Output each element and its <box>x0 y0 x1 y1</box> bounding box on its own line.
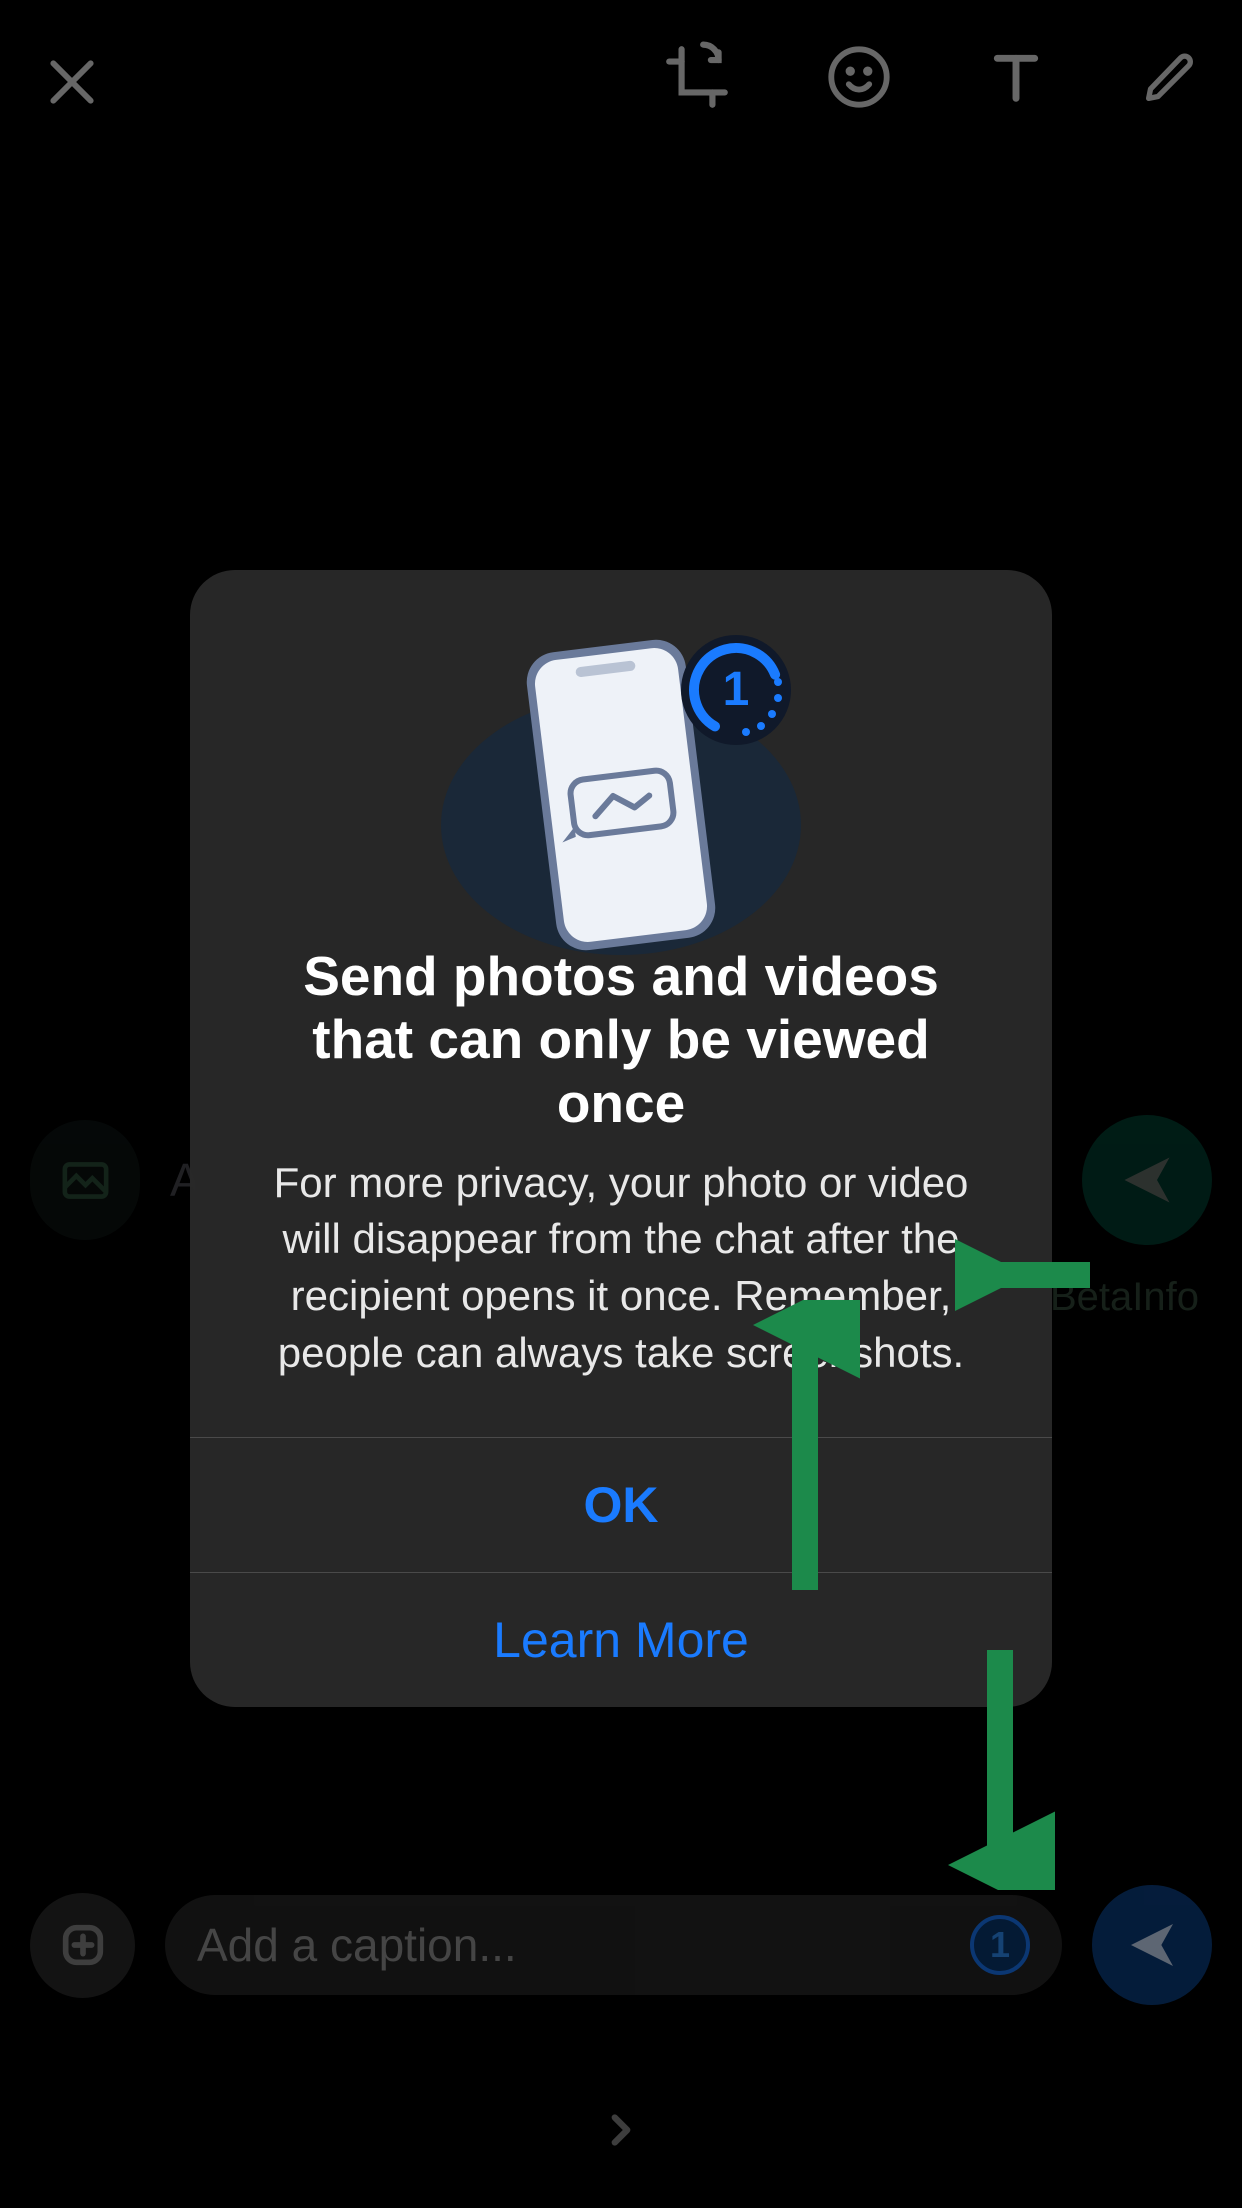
dialog-illustration: 1 <box>190 570 1052 910</box>
illustration-badge-number: 1 <box>723 663 750 716</box>
send-button[interactable] <box>1092 1885 1212 2005</box>
view-once-info-dialog: 1 Send photos and videos that can only b… <box>190 570 1052 1707</box>
chevron-right-icon <box>596 2105 646 2155</box>
phone-view-once-illustration: 1 <box>421 625 821 955</box>
dialog-body: For more privacy, your photo or video wi… <box>190 1145 1052 1437</box>
dialog-ok-button[interactable]: OK <box>190 1438 1052 1572</box>
view-once-toggle[interactable]: 1 <box>970 1915 1030 1975</box>
send-icon <box>1124 1917 1180 1973</box>
add-media-button[interactable] <box>30 1893 135 1998</box>
caption-input-wrap: 1 <box>165 1895 1062 1995</box>
caption-bar: 1 <box>30 1875 1212 2015</box>
swipe-up-chevron <box>596 2105 646 2160</box>
plus-icon <box>57 1919 109 1971</box>
caption-input[interactable] <box>197 1918 954 1972</box>
dialog-learn-more-button[interactable]: Learn More <box>190 1573 1052 1707</box>
